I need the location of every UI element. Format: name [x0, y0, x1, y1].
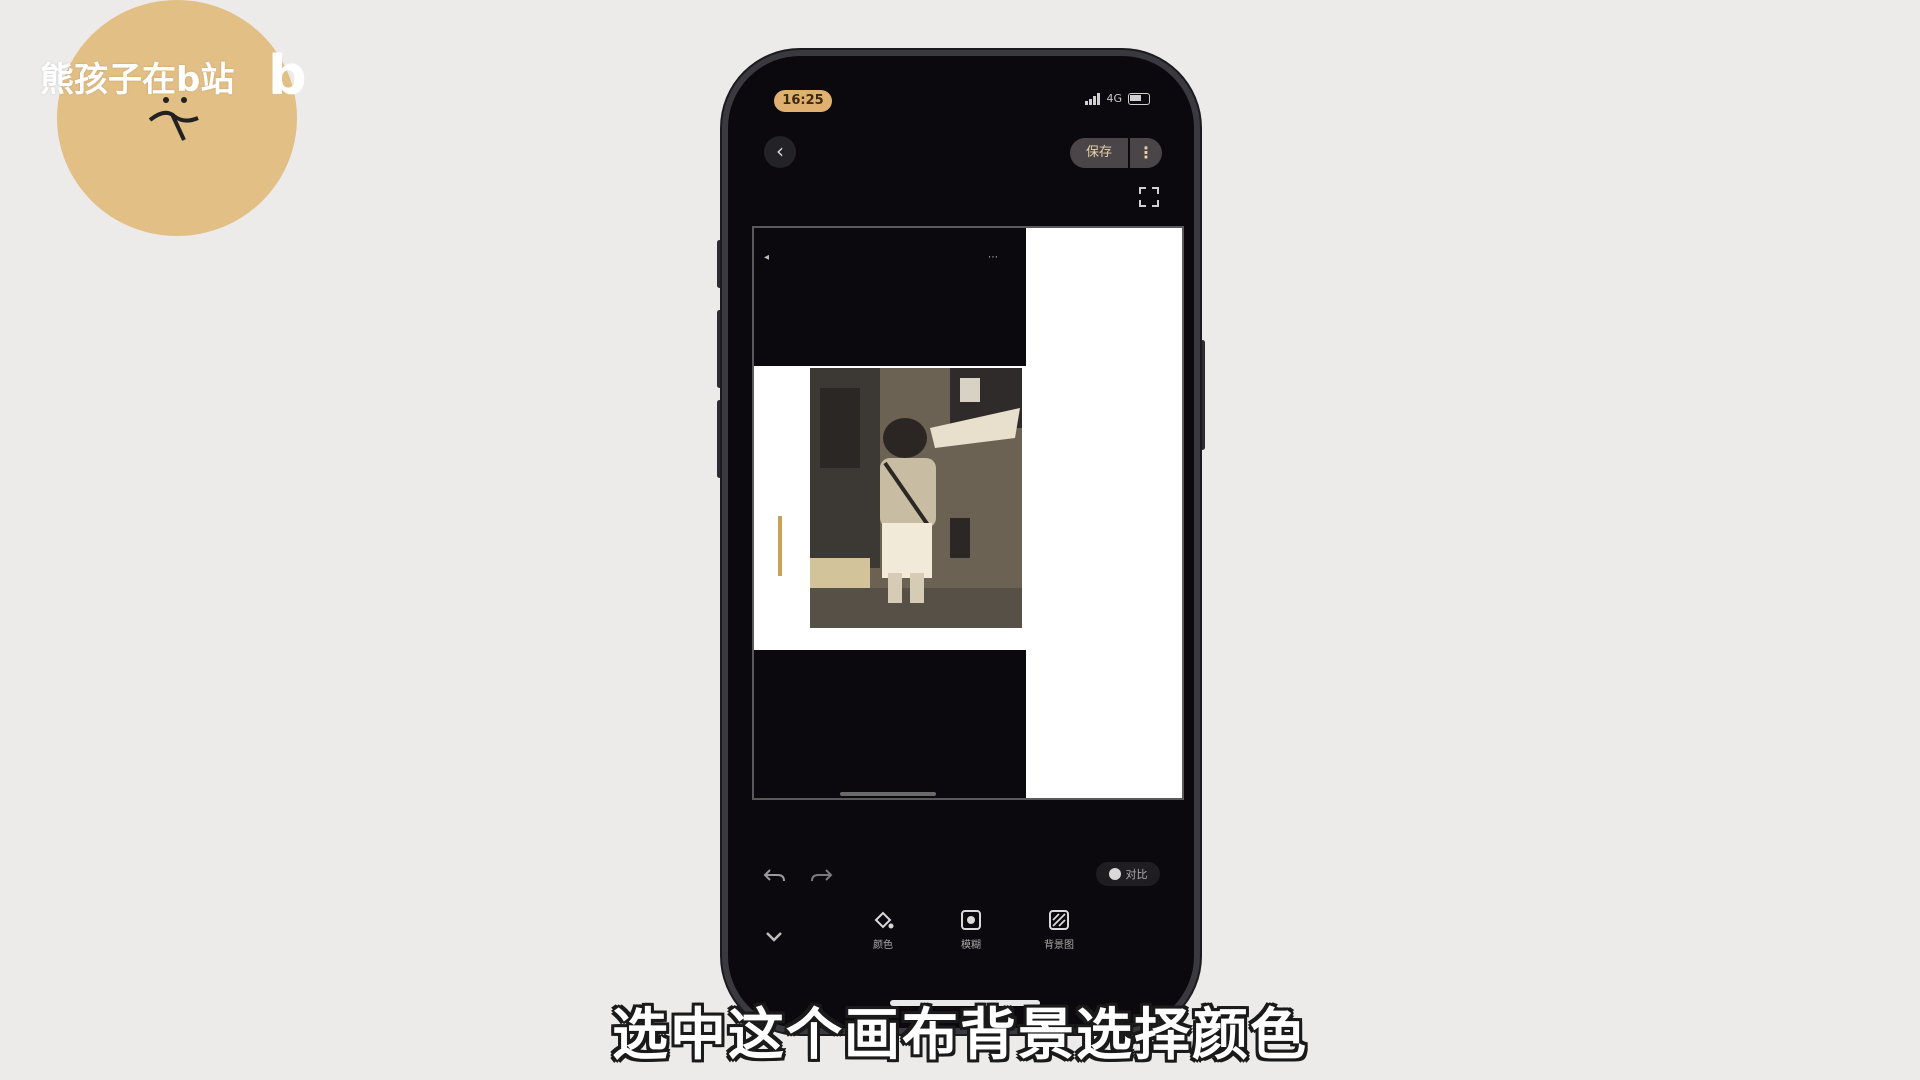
- status-icons: 4G: [1085, 92, 1150, 105]
- tool-blur[interactable]: 模糊: [946, 908, 996, 951]
- tool-color[interactable]: 颜色: [858, 908, 908, 951]
- compare-button[interactable]: 对比: [1096, 862, 1160, 886]
- back-button[interactable]: ‹: [764, 136, 796, 168]
- save-button[interactable]: 保存: [1070, 138, 1128, 168]
- tool-label: 颜色: [873, 940, 893, 951]
- canvas-background-right[interactable]: [1026, 228, 1182, 798]
- phone-screen: 16:25 4G ‹ 保存 ⋮ ◂ ⋯ 对比 颜色 模糊 背景图: [722, 50, 1200, 1034]
- battery-icon: [1128, 92, 1150, 105]
- more-options-button[interactable]: ⋮: [1130, 138, 1162, 168]
- canvas-handle-left-icon: ◂: [764, 252, 770, 263]
- photo-image[interactable]: [810, 368, 1022, 628]
- tool-label: 背景图: [1044, 940, 1074, 951]
- paint-bucket-icon: [874, 911, 894, 929]
- compare-label: 对比: [1125, 868, 1148, 881]
- redo-icon[interactable]: [808, 866, 834, 886]
- canvas-scroll-indicator: [840, 792, 936, 796]
- watermark-text: 熊孩子在b站: [40, 60, 235, 100]
- editing-canvas[interactable]: ◂ ⋯: [752, 226, 1184, 800]
- pattern-icon: [1049, 910, 1069, 930]
- blur-icon: [961, 910, 981, 930]
- canvas-handle-right-icon: ⋯: [988, 252, 998, 263]
- phone-power-button: [1200, 340, 1205, 450]
- video-subtitle: 选中这个画布背景选择颜色: [612, 1003, 1308, 1068]
- network-label: 4G: [1106, 92, 1122, 105]
- watermark-logo: b: [268, 44, 307, 107]
- chevron-left-icon: ‹: [776, 139, 784, 163]
- undo-icon[interactable]: [762, 866, 788, 886]
- tool-label: 模糊: [961, 940, 981, 951]
- chevron-down-icon[interactable]: [762, 926, 786, 946]
- compare-icon: [1108, 868, 1121, 880]
- status-time: 16:25: [774, 90, 832, 112]
- video-frame: 熊孩子在b站 b 16:25 4G ‹ 保存 ⋮ ◂ ⋯ 对比 颜色 模糊 背景…: [0, 0, 1920, 1080]
- signal-icon: [1085, 92, 1101, 105]
- decorative-text-icon: [778, 516, 782, 576]
- expand-icon[interactable]: [1138, 186, 1160, 208]
- tool-background-image[interactable]: 背景图: [1034, 908, 1084, 951]
